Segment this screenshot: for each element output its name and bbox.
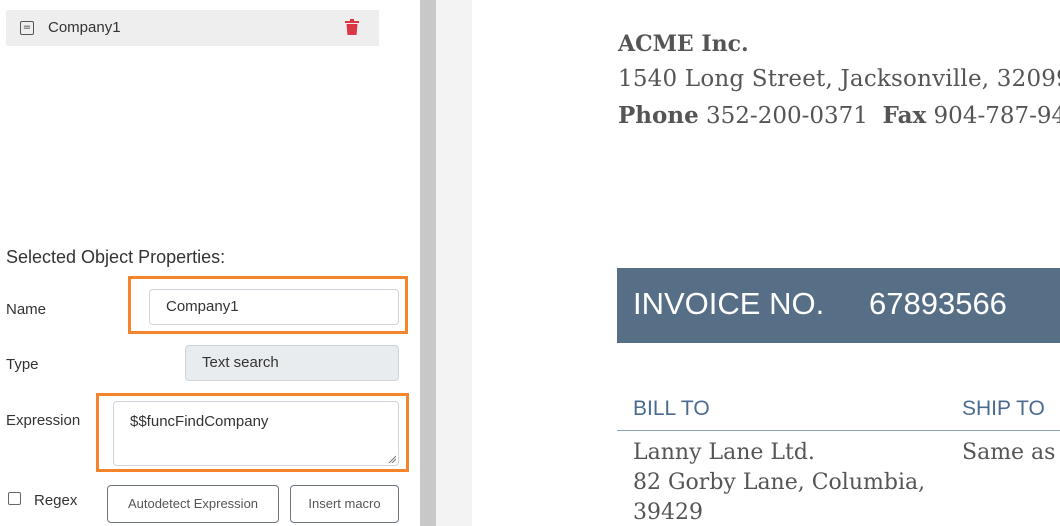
name-label: Name (6, 301, 47, 318)
name-input[interactable]: Company1 (149, 289, 399, 325)
left-panel: = Company1 Selected Object Properties: N… (0, 0, 420, 526)
document-gutter (436, 0, 472, 526)
phone-value: 352-200-0371 (706, 103, 868, 129)
regex-checkbox[interactable] (8, 492, 21, 505)
fax-value: 904-787-946 (933, 103, 1060, 129)
bill-to-line: Lanny Lane Ltd. (633, 440, 815, 465)
type-label: Type (6, 356, 39, 373)
company-name: ACME Inc. (618, 31, 749, 57)
invoice-banner: INVOICE NO. 67893566 (617, 268, 1060, 343)
regex-label: Regex (34, 492, 78, 509)
invoice-label: INVOICE NO. (633, 286, 825, 321)
type-select[interactable]: Text search (185, 345, 399, 381)
document-preview: ACME Inc. 1540 Long Street, Jacksonville… (472, 0, 1060, 526)
phone-label: Phone (618, 102, 699, 129)
expression-text: $$funcFindCompany (130, 413, 269, 430)
invoice-number: 67893566 (869, 286, 1007, 321)
autodetect-expression-button[interactable]: Autodetect Expression (107, 485, 279, 523)
panel-splitter[interactable] (420, 0, 436, 526)
expression-textarea[interactable]: $$funcFindCompany (113, 401, 399, 466)
properties-title: Selected Object Properties: (6, 247, 226, 267)
bill-to-header: BILL TO (633, 397, 710, 420)
object-list-item[interactable]: = Company1 (6, 10, 379, 46)
bill-to-line: 82 Gorby Lane, Columbia, (633, 470, 926, 495)
equals-icon: = (20, 21, 34, 35)
company-address: 1540 Long Street, Jacksonville, 32099 (618, 66, 1060, 92)
bill-to-line: 39429 (633, 500, 703, 525)
company-contact: Phone 352-200-0371 Fax 904-787-946 (618, 102, 1060, 129)
resize-grip-icon[interactable] (388, 455, 396, 463)
insert-macro-button[interactable]: Insert macro (290, 485, 399, 523)
ship-to-line: Same as r (962, 440, 1060, 465)
trash-icon[interactable] (345, 19, 359, 35)
object-label: Company1 (48, 19, 121, 36)
section-divider (617, 430, 1060, 431)
ship-to-header: SHIP TO (962, 397, 1045, 420)
fax-label: Fax (882, 102, 927, 129)
expression-label: Expression (6, 412, 81, 429)
